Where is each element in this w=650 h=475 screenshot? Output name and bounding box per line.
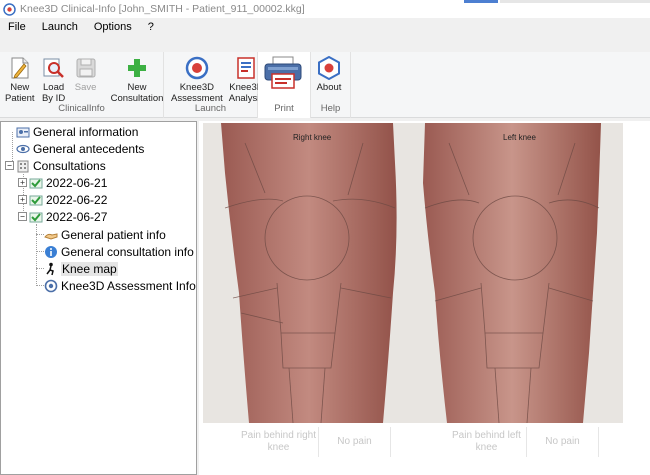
- menu-file[interactable]: File: [6, 21, 28, 33]
- info-icon: [44, 245, 58, 259]
- tree-label-general-antecedents: General antecedents: [33, 141, 145, 156]
- checkmark-icon: [29, 193, 43, 207]
- menu-bar: File Launch Options ?: [0, 18, 650, 36]
- knee-figure-icon: [44, 262, 58, 276]
- printer-icon: [264, 56, 302, 89]
- tree-item-general-antecedents[interactable]: General antecedents: [5, 140, 144, 157]
- ribbon-toolbar: New Patient Load By ID Save New Consulta…: [0, 52, 650, 118]
- right-leg-region: [221, 123, 397, 423]
- tree-item-general-information[interactable]: General information: [5, 123, 138, 140]
- gear-icon: [44, 279, 58, 293]
- knee3d-assessment-button[interactable]: Knee3D Assessment: [168, 54, 226, 105]
- save-button[interactable]: Save: [70, 54, 102, 94]
- load-search-icon: [43, 58, 64, 78]
- knee3d-assessment-icon: [185, 56, 209, 80]
- checkmark-icon: [29, 210, 43, 224]
- tree-line: [36, 234, 44, 235]
- pain-left-label: Pain behind left knee: [447, 427, 527, 457]
- save-disk-icon: [76, 58, 96, 78]
- new-consultation-label: New Consultation: [110, 82, 164, 104]
- pain-right-value[interactable]: No pain: [319, 427, 391, 457]
- knee3d-assessment-label: Knee3D Assessment: [171, 82, 223, 104]
- window-control-strip: [464, 0, 498, 3]
- tree-item-general-patient-info[interactable]: General patient info: [44, 226, 166, 243]
- collapse-toggle[interactable]: −: [18, 212, 27, 221]
- eye-icon: [16, 142, 30, 156]
- about-button[interactable]: About: [313, 54, 345, 94]
- title-bar: Knee3D Clinical-Info [John_SMITH - Patie…: [0, 0, 650, 18]
- window-title: Knee3D Clinical-Info [John_SMITH - Patie…: [20, 3, 305, 15]
- right-knee-label: Right knee: [293, 133, 332, 142]
- knee-map-drawing: [203, 123, 623, 423]
- ribbon-group-print[interactable]: Print: [258, 52, 311, 118]
- tree-item-general-consultation-info[interactable]: General consultation info: [44, 243, 194, 260]
- left-knee-label: Left knee: [503, 133, 536, 142]
- load-by-id-label: Load By ID: [41, 82, 66, 104]
- tree-line: [36, 285, 44, 286]
- ribbon-group-label-print: Print: [274, 103, 294, 114]
- ribbon-group-label-launch: Launch: [194, 103, 227, 114]
- app-logo-icon: [3, 2, 16, 16]
- ribbon-group-label-clinicalinfo: ClinicalInfo: [58, 103, 105, 114]
- tree-item-knee-map[interactable]: Knee map: [44, 260, 118, 277]
- tree-item-date-2022-06-22[interactable]: + 2022-06-22: [18, 191, 107, 208]
- tree-item-date-2022-06-21[interactable]: + 2022-06-21: [18, 174, 107, 191]
- ribbon-group-help: About Help: [311, 52, 351, 118]
- ribbon-group-label-help: Help: [320, 103, 341, 114]
- ribbon-group-clinicalinfo: New Patient Load By ID Save New Consulta…: [0, 52, 164, 118]
- new-document-icon: [11, 57, 29, 79]
- tree-item-date-2022-06-27[interactable]: − 2022-06-27: [18, 208, 107, 225]
- load-by-id-button[interactable]: Load By ID: [38, 54, 70, 105]
- expand-toggle[interactable]: +: [18, 195, 27, 204]
- checkmark-icon: [29, 176, 43, 190]
- tree-label-date: 2022-06-22: [46, 192, 108, 207]
- tree-line: [36, 251, 44, 252]
- left-leg-region: [423, 123, 601, 423]
- tree-line: [36, 268, 44, 269]
- tree-item-knee3d-assessment-info[interactable]: Knee3D Assessment Info: [44, 277, 196, 294]
- tree-label-knee-map: Knee map: [61, 261, 118, 276]
- menu-options[interactable]: Options: [92, 21, 134, 33]
- report-icon: [237, 57, 256, 79]
- tree-label-general-consultation-info: General consultation info: [61, 244, 194, 259]
- menu-help[interactable]: ?: [146, 21, 156, 33]
- knee-map-image[interactable]: Right knee Left knee: [203, 123, 623, 423]
- tree-label-general-patient-info: General patient info: [61, 227, 166, 242]
- tree-label-date: 2022-06-21: [46, 175, 108, 190]
- collapse-toggle[interactable]: −: [5, 161, 14, 170]
- tree-label-general-information: General information: [33, 124, 139, 139]
- new-patient-button[interactable]: New Patient: [2, 54, 38, 105]
- navigation-tree: General information General antecedents …: [0, 121, 197, 475]
- app-window: Knee3D Clinical-Info [John_SMITH - Patie…: [0, 0, 650, 475]
- building-icon: [16, 159, 30, 173]
- pain-right-row: Pain behind right knee No pain: [239, 427, 391, 457]
- pain-right-label: Pain behind right knee: [239, 427, 319, 457]
- expand-toggle[interactable]: +: [18, 178, 27, 187]
- hand-icon: [44, 228, 58, 242]
- menu-launch[interactable]: Launch: [40, 21, 80, 33]
- pain-left-row: Pain behind left knee No pain: [447, 427, 599, 457]
- new-consultation-button[interactable]: New Consultation: [108, 54, 167, 105]
- window-control-area: [500, 0, 650, 3]
- pain-left-value[interactable]: No pain: [527, 427, 599, 457]
- plus-icon: [127, 59, 146, 77]
- ribbon-group-launch: Knee3D Assessment Knee3D Analysis Launch: [164, 52, 264, 118]
- tree-item-consultations[interactable]: − Consultations: [5, 157, 106, 174]
- about-logo-icon: [318, 56, 340, 80]
- patient-card-icon: [16, 125, 30, 139]
- new-patient-label: New Patient: [5, 82, 35, 104]
- tree-label-date: 2022-06-27: [46, 209, 108, 224]
- tree-label-consultations: Consultations: [33, 158, 106, 173]
- knee-map-panel: Right knee Left knee Pain behind right k…: [199, 121, 650, 475]
- tree-label-knee3d-assessment-info: Knee3D Assessment Info: [61, 278, 196, 293]
- save-label: Save: [74, 82, 97, 93]
- about-label: About: [316, 82, 342, 93]
